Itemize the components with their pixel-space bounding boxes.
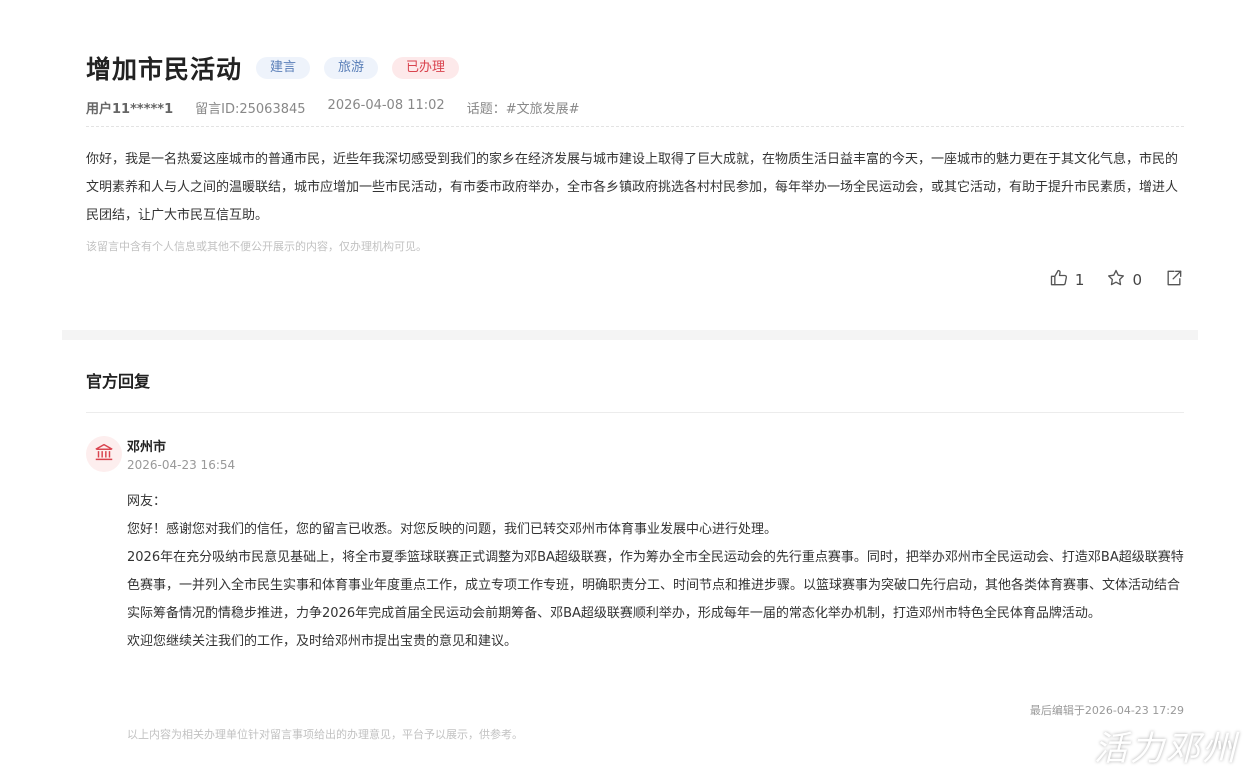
post-content: 你好，我是一名热爱这座城市的普通市民，近些年我深切感受到我们的家乡在经济发展与城… [86, 152, 1179, 223]
last-edited-time: 最后编辑于2026-04-23 17:29 [1029, 704, 1184, 717]
section-separator [62, 330, 1198, 340]
like-button[interactable]: 1 [1049, 268, 1085, 292]
author-name: 用户11*****1 [86, 102, 174, 117]
watermark: 活力邓州 [1094, 729, 1238, 769]
reply-org-name: 邓州市 [127, 440, 167, 455]
tag-tourism[interactable]: 旅游 [324, 57, 379, 79]
reply-paragraph: 您好！感谢您对我们的信任，您的留言已收悉。对您反映的问题，我们已转交邓州市体育事… [127, 522, 778, 537]
share-icon [1164, 268, 1184, 292]
reply-paragraph: 2026年在充分吸纳市民意见基础上，将全市夏季篮球联赛正式调整为邓BA超级联赛，… [127, 550, 1184, 621]
post-title: 增加市民活动 [86, 55, 243, 84]
message-id: 留言ID:25063845 [195, 102, 306, 117]
divider [86, 412, 1184, 413]
thumbs-up-icon [1049, 268, 1069, 292]
share-button[interactable] [1164, 268, 1184, 292]
privacy-note: 该留言中含有个人信息或其他不便公开展示的内容，仅办理机构可见。 [86, 240, 427, 253]
official-reply-heading: 官方回复 [86, 372, 151, 391]
post-header: 增加市民活动 建言 旅游 已办理 [86, 52, 460, 84]
favorite-button[interactable]: 0 [1106, 268, 1142, 292]
reply-closing: 欢迎您继续关注我们的工作，及时给邓州市提出宝贵的意见和建议。 [127, 634, 518, 649]
divider [86, 126, 1184, 127]
topic-link[interactable]: 话题：#文旅发展# [467, 98, 580, 117]
reply-greeting: 网友： [127, 494, 167, 509]
like-count: 1 [1074, 271, 1085, 289]
favorite-count: 0 [1132, 271, 1142, 289]
post-actions: 1 0 [1049, 268, 1184, 292]
government-building-icon [93, 441, 115, 467]
post-meta: 用户11*****1 留言ID:25063845 2026-04-08 11:0… [86, 98, 580, 117]
star-icon [1106, 268, 1126, 292]
reply-content: 网友： 您好！感谢您对我们的信任，您的留言已收悉。对您反映的问题，我们已转交邓州… [127, 488, 1187, 656]
tag-suggestion[interactable]: 建言 [256, 57, 311, 79]
post-datetime: 2026-04-08 11:02 [327, 98, 445, 113]
reply-date: 2026-04-23 16:54 [127, 458, 236, 472]
status-badge: 已办理 [392, 57, 460, 79]
reply-disclaimer: 以上内容为相关办理单位针对留言事项给出的办理意见，平台予以展示，供参考。 [127, 728, 523, 741]
avatar [86, 436, 122, 472]
